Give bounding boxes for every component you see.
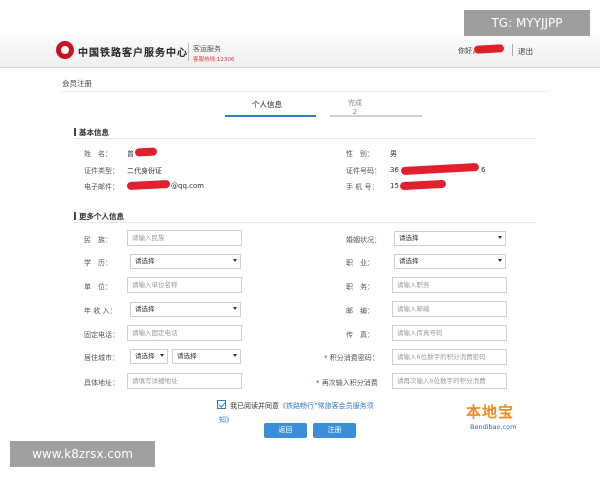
fax-label: 传 真：	[346, 331, 374, 339]
idtype-value: 二代身份证	[127, 167, 162, 175]
postcode-label: 邮 编：	[346, 307, 374, 315]
employer-input[interactable]: 请输入单位名称	[127, 277, 242, 293]
marital-value: 请选择	[399, 234, 419, 242]
city-value: 请选择	[177, 352, 197, 360]
phone-label: 手 机 号：	[346, 183, 379, 191]
position-label: 职 务：	[346, 283, 374, 291]
bendibao-url: Bendibao.com	[470, 423, 517, 431]
divider	[60, 91, 550, 92]
employer-label: 单 位：	[84, 283, 112, 291]
points-password-confirm-label: * 再次输入积分消费	[316, 378, 378, 388]
agreement-link[interactable]: 《铁路畅行”常旅客会员服务须	[279, 402, 374, 410]
chevron-down-icon	[498, 236, 502, 239]
page: TG: MYYJJPP 中国铁路客户服务中心 客运服务 客服热线:12306 你…	[0, 0, 600, 480]
address-label: 具体地址：	[84, 379, 119, 387]
hotline: 客服热线:12306	[193, 57, 235, 63]
chevron-down-icon	[160, 354, 164, 357]
watermark-top: TG: MYYJJPP	[464, 10, 590, 36]
section-divider	[74, 222, 536, 223]
agreement-link-continued[interactable]: 知》	[219, 415, 233, 425]
redacted-email	[126, 179, 171, 191]
redacted-phone	[399, 179, 447, 191]
chevron-down-icon	[233, 259, 237, 262]
page-title: 会员注册	[62, 79, 92, 88]
register-button[interactable]: 注册	[313, 423, 356, 438]
chevron-down-icon	[233, 307, 237, 310]
step-2-progress	[330, 115, 422, 117]
address-input[interactable]: 请填写详细地址	[127, 373, 242, 389]
bendibao-logo: 本地宝	[466, 403, 515, 421]
points-password-confirm-label-text: 再次输入积分消费	[321, 379, 378, 387]
position-input[interactable]: 请输入职务	[392, 277, 507, 293]
section-more-info: 更多个人信息	[74, 211, 124, 222]
gender-value: 男	[390, 150, 397, 158]
name-value: 曾	[127, 150, 134, 158]
back-button[interactable]: 返回	[264, 423, 307, 438]
step-1-label: 个人信息	[252, 100, 282, 109]
income-select[interactable]: 请选择	[130, 302, 241, 317]
occupation-value: 请选择	[399, 257, 419, 265]
chevron-down-icon	[498, 259, 502, 262]
income-label: 年 收 入：	[84, 307, 117, 315]
points-password-label: * 积分消费密码：	[324, 353, 379, 363]
agreement-prefix: 我已阅读并同意	[230, 402, 279, 410]
points-password-confirm-input[interactable]: 请再次输入6位数字的积分消费	[392, 373, 507, 389]
occupation-select[interactable]: 请选择	[394, 254, 506, 269]
idno-label: 证件号码：	[346, 167, 381, 175]
agreement-text: 我已阅读并同意《铁路畅行”常旅客会员服务须	[230, 401, 374, 411]
header-separator	[512, 44, 513, 56]
postcode-input[interactable]: 请输入邮编	[392, 301, 507, 317]
marital-select[interactable]: 请选择	[394, 231, 506, 246]
idno-prefix: 36	[390, 166, 399, 174]
section-basic-info: 基本信息	[74, 127, 109, 138]
occupation-label: 职 业：	[346, 259, 374, 267]
email-label: 电子邮件：	[84, 183, 119, 191]
fax-input[interactable]: 请输入传真号码	[392, 325, 507, 341]
education-value: 请选择	[135, 257, 155, 265]
points-password-input[interactable]: 请输入6位数字的积分消费密码	[392, 349, 507, 365]
city-select[interactable]: 请选择	[172, 349, 241, 364]
agree-checkbox[interactable]	[217, 400, 226, 409]
gender-label: 性 别：	[346, 150, 374, 158]
email-suffix: @qq.com	[171, 182, 205, 190]
landline-label: 固定电话：	[84, 331, 119, 339]
logout-link[interactable]: 退出	[518, 46, 533, 57]
education-label: 学 历：	[84, 259, 112, 267]
section-divider	[74, 138, 536, 139]
watermark-bottom: www.k8zrsx.com	[10, 441, 155, 467]
education-select[interactable]: 请选择	[130, 254, 241, 269]
landline-input[interactable]: 请输入固定电话	[127, 325, 242, 341]
redacted-name	[134, 147, 158, 157]
city-label: 居住城市：	[84, 354, 119, 362]
step-1-progress	[225, 115, 316, 117]
header-divider	[188, 43, 189, 61]
province-value: 请选择	[135, 352, 155, 360]
points-password-label-text: 积分消费密码：	[329, 354, 379, 362]
marital-label: 婚姻状况：	[346, 236, 381, 244]
redacted-username	[473, 44, 505, 54]
idno-suffix: 6	[481, 166, 486, 174]
idtype-label: 证件类型：	[84, 167, 119, 175]
ethnicity-label: 民 族：	[84, 236, 112, 244]
ethnicity-input[interactable]: 请输入民族	[127, 230, 242, 246]
name-label: 姓 名：	[84, 150, 112, 158]
phone-prefix: 15	[390, 182, 399, 190]
site-brand: 中国铁路客户服务中心	[78, 48, 188, 59]
income-value: 请选择	[135, 305, 155, 313]
subbrand: 客运服务	[193, 45, 221, 53]
step-2-text: 完成	[348, 99, 362, 107]
redacted-idno	[400, 162, 480, 176]
chevron-down-icon	[233, 354, 237, 357]
railway-logo-icon	[56, 41, 74, 59]
province-select[interactable]: 请选择	[130, 349, 168, 364]
